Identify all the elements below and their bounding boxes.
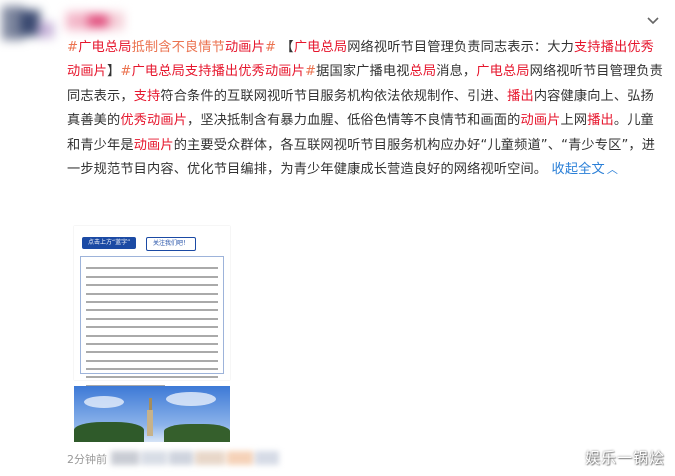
hashtag-mark[interactable]: # — [305, 64, 316, 79]
post-footer: 2分钟前 — [67, 449, 567, 467]
post-text-segment: 上网 — [560, 113, 588, 129]
chevron-down-icon[interactable] — [645, 12, 661, 28]
highlight-text: 支持 — [133, 88, 161, 104]
highlight-text: 广电总局 — [78, 40, 132, 55]
highlight-text: 广电总局 — [131, 64, 185, 80]
post-text-segment: ，坚决抵制含有暴力血腥、低俗色情等不良情节和画面的 — [187, 113, 521, 129]
highlight-text: 广电总局 — [476, 64, 530, 80]
collapse-link[interactable]: 收起全文 ︿ — [552, 162, 619, 177]
hashtag-mark[interactable]: # — [265, 40, 276, 55]
avatar[interactable] — [2, 4, 62, 44]
article-image-text — [86, 261, 218, 387]
watermark: 娱乐一锅烩 — [584, 449, 665, 467]
post-text-segment: 网络视听节目管理负责同志表示：大力 — [347, 40, 574, 55]
post-text-segment: 符合条件的互联网视听节目服务机构依法依规制作、引进、 — [160, 88, 508, 104]
post-text-segment: 据国家广播电视 — [316, 64, 410, 80]
attention-hint: 关注我们吧！ — [146, 237, 197, 251]
post-text-segment: 】 — [107, 64, 121, 80]
hashtag-mark[interactable]: # — [67, 40, 78, 55]
username[interactable] — [66, 12, 126, 30]
highlight-text: 动画片 — [224, 40, 265, 55]
article-image-header: 点击上方“蓝字” 关注我们吧！ — [74, 234, 230, 254]
collapse-label: 收起全文 — [551, 162, 605, 178]
post-source[interactable] — [111, 449, 291, 467]
post-text-segment: 消息， — [436, 64, 477, 80]
post-text-segment: 【 — [276, 40, 294, 55]
article-image[interactable]: 点击上方“蓝字” 关注我们吧！ — [74, 226, 230, 387]
post-header — [0, 0, 675, 40]
highlight-text: 总局 — [409, 64, 437, 80]
highlight-text: 播出 — [507, 88, 534, 104]
hashtag-mark[interactable]: # — [120, 64, 131, 79]
building-photo[interactable] — [74, 386, 230, 442]
highlight-text: 动画片 — [133, 137, 174, 153]
highlight-text: 支持播出优秀动画片 — [184, 64, 305, 80]
highlight-text: 优秀动画片 — [120, 113, 188, 129]
highlight-text: 广电总局 — [293, 40, 348, 55]
chevron-up-icon: ︿ — [606, 163, 619, 177]
post-time: 2分钟前 — [67, 453, 107, 466]
highlight-text: 播出 — [587, 113, 614, 129]
hashtag-mark[interactable]: 抵制含不良情节 — [132, 40, 225, 55]
post-text: #广电总局抵制含不良情节动画片# 【广电总局网络视听节目管理负责同志表示：大力支… — [67, 36, 667, 182]
article-image-body — [80, 256, 224, 387]
follow-hint: 点击上方“蓝字” — [82, 237, 137, 249]
highlight-text: 动画片 — [520, 113, 561, 129]
